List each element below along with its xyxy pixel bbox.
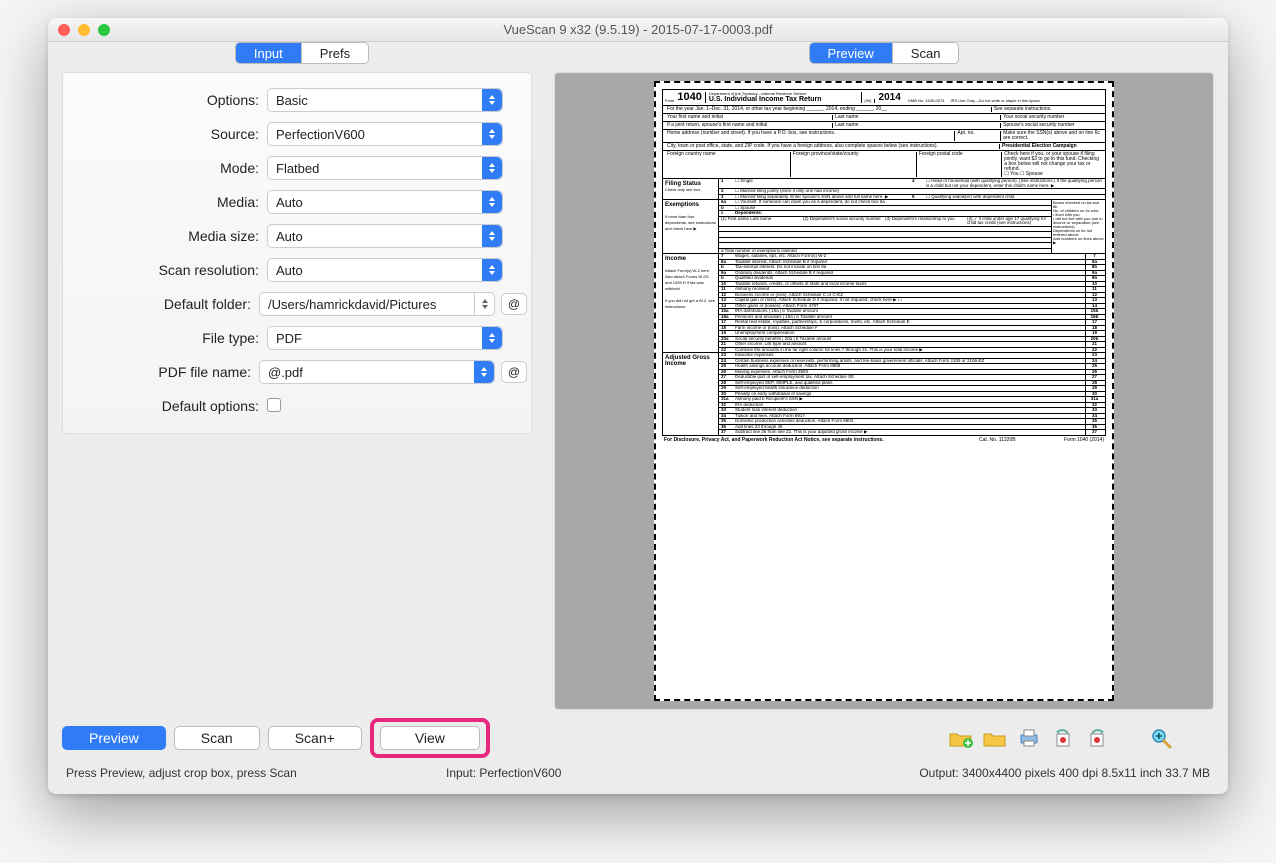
doc-form-number: 1040 bbox=[674, 92, 704, 103]
media-select[interactable]: Auto bbox=[267, 190, 503, 214]
media-label: Media: bbox=[67, 194, 267, 210]
options-select[interactable]: Basic bbox=[267, 88, 503, 112]
chevron-updown-icon bbox=[482, 225, 502, 247]
status-center: Input: PerfectionV600 bbox=[446, 766, 806, 780]
scan-resolution-select[interactable]: Auto bbox=[267, 258, 503, 282]
default-folder-select[interactable]: /Users/hamrickdavid/Pictures bbox=[259, 292, 495, 316]
chevron-updown-icon bbox=[482, 259, 502, 281]
right-tab-bar: Preview Scan bbox=[809, 42, 960, 64]
zoom-window-icon[interactable] bbox=[98, 24, 110, 36]
chevron-updown-icon bbox=[482, 191, 502, 213]
printer-icon[interactable] bbox=[1016, 727, 1042, 749]
tab-prefs[interactable]: Prefs bbox=[302, 43, 368, 63]
file-type-label: File type: bbox=[67, 330, 267, 346]
preview-button[interactable]: Preview bbox=[62, 726, 166, 750]
titlebar[interactable]: VueScan 9 x32 (9.5.19) - 2015-07-17-0003… bbox=[48, 18, 1228, 42]
file-type-select[interactable]: PDF bbox=[267, 326, 503, 350]
minimize-icon[interactable] bbox=[78, 24, 90, 36]
close-icon[interactable] bbox=[58, 24, 70, 36]
preview-document: Form 1040 Department of the Treasury—Int… bbox=[654, 81, 1114, 701]
doc-title: U.S. Individual Income Tax Return bbox=[709, 96, 859, 103]
scan-button[interactable]: Scan bbox=[174, 726, 260, 750]
zoom-in-icon[interactable] bbox=[1148, 727, 1174, 749]
chevron-updown-icon bbox=[474, 293, 494, 315]
left-tab-bar: Input Prefs bbox=[235, 42, 369, 64]
options-label: Options: bbox=[67, 92, 267, 108]
source-select[interactable]: PerfectionV600 bbox=[267, 122, 503, 146]
view-button[interactable]: View bbox=[380, 726, 480, 750]
doc-year: 14 bbox=[890, 92, 901, 103]
pdf-file-name-label: PDF file name: bbox=[67, 364, 259, 380]
pdf-file-name-select[interactable]: @.pdf bbox=[259, 360, 495, 384]
app-window: VueScan 9 x32 (9.5.19) - 2015-07-17-0003… bbox=[48, 18, 1228, 794]
chevron-updown-icon bbox=[482, 89, 502, 111]
media-size-label: Media size: bbox=[67, 228, 267, 244]
tab-input[interactable]: Input bbox=[236, 43, 302, 63]
pdf-file-name-at-button[interactable]: @ bbox=[501, 361, 527, 383]
status-left: Press Preview, adjust crop box, press Sc… bbox=[66, 766, 446, 780]
mode-label: Mode: bbox=[67, 160, 267, 176]
window-title: VueScan 9 x32 (9.5.19) - 2015-07-17-0003… bbox=[48, 22, 1228, 37]
chevron-updown-icon bbox=[482, 123, 502, 145]
default-options-checkbox[interactable] bbox=[267, 398, 281, 412]
status-right: Output: 3400x4400 pixels 400 dpi 8.5x11 … bbox=[919, 766, 1210, 780]
default-folder-at-button[interactable]: @ bbox=[501, 293, 527, 315]
rotate-right-icon[interactable] bbox=[1084, 727, 1110, 749]
rotate-left-icon[interactable] bbox=[1050, 727, 1076, 749]
chevron-updown-icon bbox=[482, 157, 502, 179]
tab-preview[interactable]: Preview bbox=[810, 43, 893, 63]
mode-select[interactable]: Flatbed bbox=[267, 156, 503, 180]
chevron-updown-icon bbox=[474, 361, 494, 383]
default-options-label: Default options: bbox=[67, 398, 267, 414]
tab-scan[interactable]: Scan bbox=[893, 43, 959, 63]
doc-omb: OMB No. 1545-0074 bbox=[905, 99, 948, 103]
source-label: Source: bbox=[67, 126, 267, 142]
status-bar: Press Preview, adjust crop box, press Sc… bbox=[62, 764, 1214, 788]
new-folder-icon[interactable] bbox=[948, 727, 974, 749]
settings-panel: Options: Basic Source: PerfectionV600 Mo… bbox=[62, 72, 532, 434]
open-folder-icon[interactable] bbox=[982, 727, 1008, 749]
default-folder-label: Default folder: bbox=[67, 296, 259, 312]
media-size-select[interactable]: Auto bbox=[267, 224, 503, 248]
chevron-updown-icon bbox=[482, 327, 502, 349]
view-button-highlight: View bbox=[370, 718, 490, 758]
preview-panel[interactable]: Form 1040 Department of the Treasury—Int… bbox=[554, 72, 1214, 710]
scan-plus-button[interactable]: Scan+ bbox=[268, 726, 362, 750]
scan-resolution-label: Scan resolution: bbox=[67, 262, 267, 278]
